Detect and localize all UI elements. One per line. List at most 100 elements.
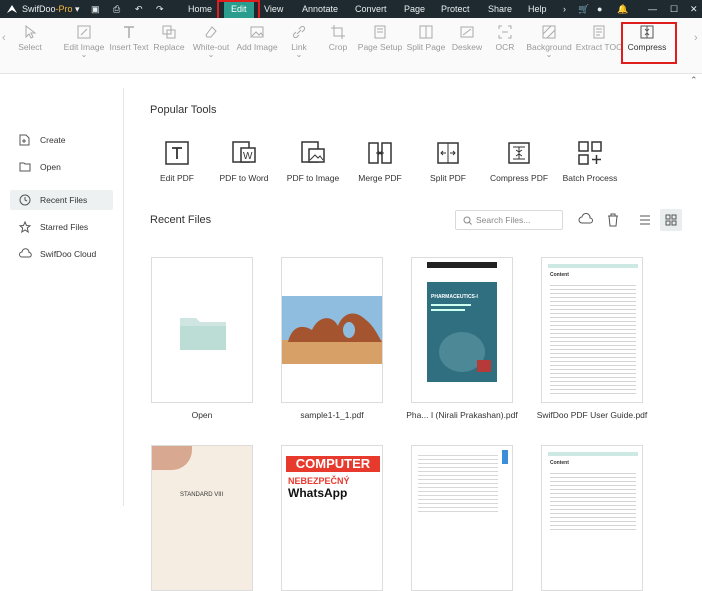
sidebar-item-label: Starred Files bbox=[40, 222, 89, 232]
toc-lines bbox=[550, 470, 636, 530]
trash-icon[interactable] bbox=[605, 212, 621, 228]
ocr-icon bbox=[498, 25, 512, 39]
compress-pdf-tool[interactable]: Compress PDF bbox=[481, 140, 557, 183]
batch-process-icon bbox=[578, 141, 602, 165]
book-title: PHARMACEUTICS-I bbox=[431, 294, 478, 300]
save-icon[interactable]: ▣ bbox=[91, 0, 100, 18]
app-name: SwifDoo-Pro ▾ bbox=[22, 4, 80, 14]
doc-heading: Content bbox=[550, 460, 569, 466]
recent-file-card[interactable] bbox=[281, 257, 383, 403]
merge-pdf-tool[interactable]: Merge PDF bbox=[342, 140, 418, 183]
grid-view-icon bbox=[665, 214, 677, 226]
pdf-to-image-tool[interactable]: PDF to Image bbox=[275, 140, 351, 183]
floral-corner bbox=[152, 446, 192, 470]
svg-text:W: W bbox=[243, 151, 253, 162]
collapse-ribbon-icon[interactable]: ⌃ bbox=[690, 75, 698, 86]
popular-tools-title: Popular Tools bbox=[150, 104, 217, 116]
close-icon[interactable]: ✕ bbox=[690, 0, 698, 18]
sidebar-item-recent-files[interactable]: Recent Files bbox=[10, 190, 113, 210]
sidebar-item-label: Create bbox=[40, 135, 66, 145]
recent-file-card[interactable]: Content bbox=[541, 445, 643, 591]
title-bar: SwifDoo-Pro ▾ ▣ ⎙ ↶ ↷ Home Edit View Ann… bbox=[0, 0, 702, 18]
recent-files-title: Recent Files bbox=[150, 214, 212, 226]
menu-annotate[interactable]: Annotate bbox=[302, 0, 338, 18]
print-icon[interactable]: ⎙ bbox=[113, 0, 120, 18]
text-icon bbox=[124, 26, 134, 38]
open-file-card[interactable] bbox=[151, 257, 253, 403]
book-cover-line bbox=[431, 304, 471, 306]
doc-blue-sidebar bbox=[502, 450, 508, 464]
star-icon bbox=[19, 221, 31, 233]
doc-text-lines bbox=[418, 452, 498, 512]
list-view-icon[interactable] bbox=[637, 212, 653, 228]
menu-home[interactable]: Home bbox=[188, 0, 212, 18]
magazine-headline-2: WhatsApp bbox=[288, 486, 348, 500]
sidebar-item-starred-files[interactable]: Starred Files bbox=[10, 217, 113, 237]
book-cover-red-accent bbox=[477, 360, 491, 372]
menu-convert[interactable]: Convert bbox=[355, 0, 387, 18]
recent-file-card[interactable]: PHARMACEUTICS-I bbox=[411, 257, 513, 403]
menu-view[interactable]: View bbox=[264, 0, 283, 18]
book-cover-top-bar bbox=[427, 262, 497, 268]
doc-header-bar bbox=[548, 452, 638, 456]
toc-lines bbox=[550, 282, 636, 394]
user-icon[interactable]: ● bbox=[597, 0, 602, 18]
file-name: sample1-1_1.pdf bbox=[300, 410, 364, 420]
extract-toc-icon bbox=[593, 25, 605, 39]
ribbon-scroll-right-icon[interactable]: › bbox=[694, 32, 698, 44]
split-pdf-tool[interactable]: Split PDF bbox=[410, 140, 486, 183]
cloud-icon bbox=[19, 248, 32, 258]
search-icon bbox=[463, 216, 472, 225]
menu-edit[interactable]: Edit bbox=[224, 0, 254, 18]
batch-process-tool[interactable]: Batch Process bbox=[552, 140, 628, 183]
maximize-icon[interactable]: ☐ bbox=[670, 0, 678, 18]
page-setup-icon bbox=[374, 25, 386, 39]
merge-pdf-icon bbox=[368, 142, 392, 164]
recent-file-card[interactable]: Content bbox=[541, 257, 643, 403]
cover-text: STANDARD VIII bbox=[180, 492, 224, 498]
file-name: Open bbox=[191, 410, 213, 420]
doc-header-bar bbox=[548, 264, 638, 268]
swifdoo-logo-icon bbox=[7, 5, 17, 13]
bell-icon[interactable]: 🔔 bbox=[617, 0, 628, 18]
magazine-masthead: COMPUTER bbox=[286, 456, 380, 472]
edit-pdf-icon bbox=[165, 141, 189, 165]
sidebar: Create Open Recent Files Starred Files S… bbox=[0, 88, 124, 506]
recent-file-card[interactable]: STANDARD VIII bbox=[151, 445, 253, 591]
pdf-to-word-tool[interactable]: W PDF to Word bbox=[206, 140, 282, 183]
menu-page[interactable]: Page bbox=[404, 0, 425, 18]
more-menu-icon[interactable]: › bbox=[563, 0, 566, 18]
grid-view-button[interactable] bbox=[660, 209, 682, 231]
pdf-to-image-icon bbox=[301, 141, 325, 163]
deskew-icon bbox=[460, 26, 474, 38]
cursor-icon bbox=[25, 24, 37, 39]
sidebar-item-swifdoo-cloud[interactable]: SwifDoo Cloud bbox=[10, 244, 113, 264]
menu-share[interactable]: Share bbox=[488, 0, 512, 18]
edit-pdf-tool[interactable]: Edit PDF bbox=[139, 140, 215, 183]
sidebar-item-create[interactable]: Create bbox=[10, 130, 113, 150]
menu-help[interactable]: Help bbox=[528, 0, 547, 18]
book-cover: PHARMACEUTICS-I bbox=[427, 262, 497, 382]
edit-image-icon bbox=[77, 25, 91, 39]
recent-file-card[interactable] bbox=[411, 445, 513, 591]
folder-icon bbox=[19, 162, 31, 172]
compress-tool[interactable]: Compress bbox=[619, 20, 675, 52]
cart-icon[interactable]: 🛒 bbox=[578, 0, 589, 18]
compress-icon bbox=[640, 25, 654, 39]
sidebar-item-label: SwifDoo Cloud bbox=[40, 249, 97, 259]
file-name: Pha... I (Nirali Prakashan).pdf bbox=[406, 410, 518, 420]
search-input[interactable]: Search Files... bbox=[455, 210, 563, 230]
pdf-to-word-icon: W bbox=[232, 141, 256, 163]
menu-protect[interactable]: Protect bbox=[441, 0, 470, 18]
redo-icon[interactable]: ↷ bbox=[156, 0, 164, 18]
background-tool[interactable]: Background ⌄ bbox=[521, 20, 577, 59]
clock-icon bbox=[19, 194, 31, 206]
recent-file-card[interactable]: COMPUTER NEBEZPEČNÝ WhatsApp bbox=[281, 445, 383, 591]
sidebar-item-open[interactable]: Open bbox=[10, 157, 113, 177]
replace-icon bbox=[162, 25, 176, 39]
minimize-icon[interactable]: — bbox=[648, 0, 657, 18]
undo-icon[interactable]: ↶ bbox=[135, 0, 143, 18]
select-tool[interactable]: Select bbox=[2, 20, 58, 52]
magazine-headline-1: NEBEZPEČNÝ bbox=[288, 476, 350, 486]
cloud-sync-icon[interactable] bbox=[578, 212, 594, 228]
